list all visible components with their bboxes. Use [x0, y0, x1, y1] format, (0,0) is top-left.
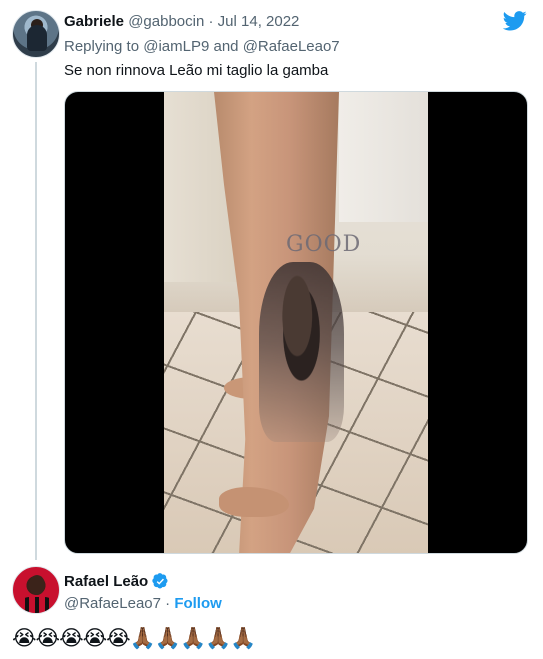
author-handle[interactable]: @gabbocin [128, 13, 204, 30]
tweet-date[interactable]: Jul 14, 2022 [218, 13, 300, 30]
thread-line [35, 62, 37, 560]
author-handle-row: @RafaeLeao7 · Follow [64, 595, 222, 612]
replying-to-prefix: Replying to [64, 38, 140, 55]
tattoo-text: GOOD [286, 232, 362, 257]
author-name-row: Rafael Leão [64, 573, 169, 590]
follow-button[interactable]: Follow [174, 595, 222, 612]
separator: · [208, 13, 214, 30]
twitter-bird-icon[interactable] [503, 11, 527, 31]
video-media[interactable]: GOOD [64, 91, 528, 554]
portrait-tattoo [259, 262, 344, 442]
response-tweet[interactable]: Rafael Leão @RafaeLeao7 · Follow 😭😭😭😭😭🙏🏾… [0, 560, 543, 659]
tweet-text: Se non rinnova Leão mi taglio la gamba [64, 62, 329, 79]
mention-link[interactable]: @iamLP9 [143, 38, 209, 55]
author-handle[interactable]: @RafaeLeao7 [64, 595, 161, 612]
avatar-face [29, 575, 45, 595]
author-name[interactable]: Gabriele [64, 13, 124, 30]
background-wall [339, 92, 428, 222]
avatar-figure [27, 25, 47, 51]
avatar[interactable] [12, 10, 60, 58]
avatar[interactable] [12, 566, 60, 614]
replying-to-and: and [213, 38, 239, 55]
reply-tweet[interactable]: Gabriele @gabbocin · Jul 14, 2022 Replyi… [0, 0, 543, 560]
tweet-text: 😭😭😭😭😭🙏🏾🙏🏾🙏🏾🙏🏾🙏🏾 [12, 626, 256, 650]
replying-to: Replying to @iamLP9 and @RafaeLeao7 [64, 38, 340, 55]
mention-link[interactable]: @RafaeLeao7 [243, 38, 340, 55]
tweet-header: Gabriele @gabbocin · Jul 14, 2022 [64, 13, 299, 30]
separator: · [165, 595, 171, 612]
avatar-shirt [19, 597, 55, 613]
verified-badge-icon [152, 573, 168, 589]
video-frame[interactable]: GOOD [164, 92, 428, 553]
author-name[interactable]: Rafael Leão [64, 573, 148, 590]
